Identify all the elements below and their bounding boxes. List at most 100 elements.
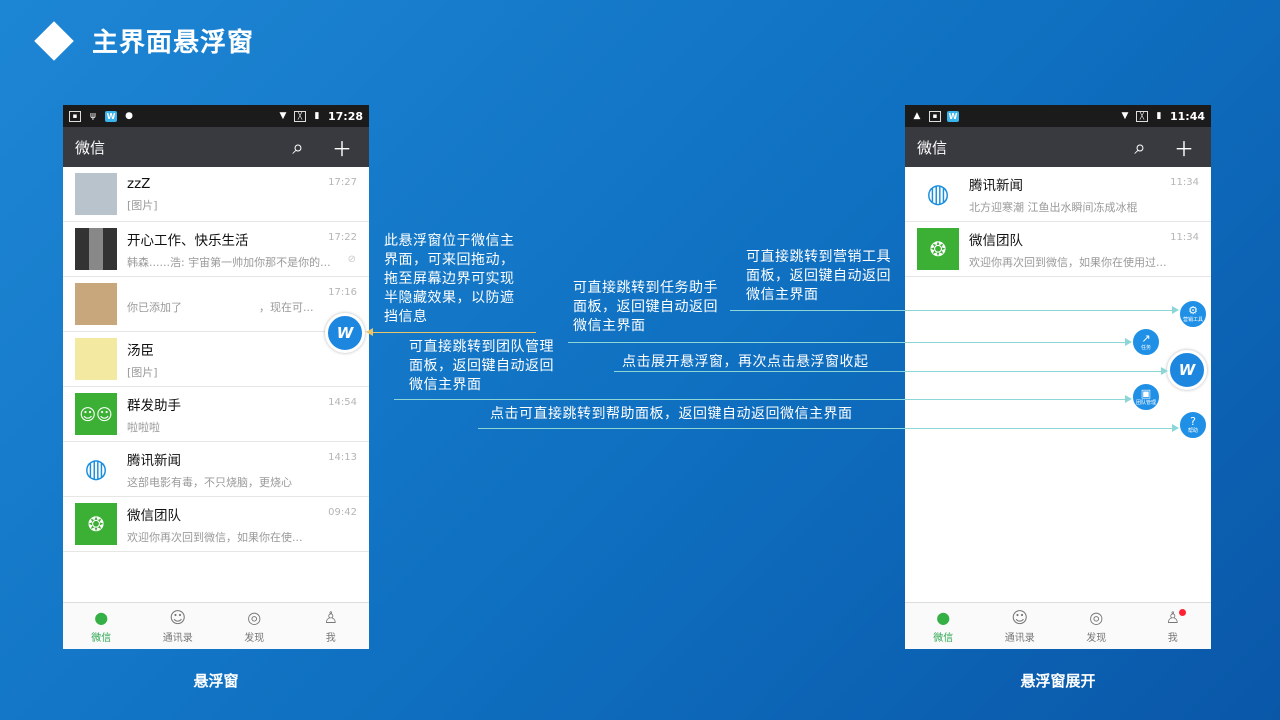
- left-caption: 悬浮窗: [193, 672, 239, 690]
- warning-icon: ▲: [913, 110, 921, 121]
- app-title: 微信: [75, 138, 106, 157]
- chat-time: 09:42: [328, 507, 357, 518]
- chat-item[interactable]: 汤臣 [图片]: [63, 332, 369, 387]
- nav-chats[interactable]: ● 微信: [905, 603, 982, 649]
- chat-item[interactable]: ❂ 微信团队 欢迎你再次回到微信，如果你在使用过... 11:34: [905, 222, 1211, 277]
- chat-name: 腾讯新闻: [127, 452, 181, 469]
- chat-message: [图片]: [127, 365, 158, 379]
- title-block: 主界面悬浮窗: [34, 20, 255, 61]
- chat-message: 欢迎你再次回到微信，如果你在使...: [127, 530, 303, 544]
- bottom-nav: ● 微信 ☺ 通讯录 ◎ 发现 ♙ 我: [63, 602, 369, 649]
- app-notify-icon: W: [947, 110, 959, 122]
- chart-icon: ↗: [1141, 332, 1151, 345]
- status-time: 17:28: [327, 109, 363, 123]
- connector-line: [730, 310, 1173, 311]
- connector-line: [478, 428, 1173, 429]
- chat-name: 微信团队: [969, 232, 1023, 249]
- chat-name: 开心工作、快乐生活: [127, 232, 249, 249]
- avatar: [75, 228, 117, 270]
- team-management-button[interactable]: ▣ 团队管理: [1131, 382, 1161, 412]
- nav-contacts[interactable]: ☺ 通讯录: [140, 603, 217, 649]
- app-header: 微信 ⌕ ＋: [905, 127, 1211, 167]
- floating-window-button[interactable]: W: [325, 313, 365, 353]
- battery-icon: ▮: [314, 110, 320, 121]
- nav-discover[interactable]: ◎ 发现: [216, 603, 293, 649]
- chat-item[interactable]: ◍ 腾讯新闻 这部电影有毒，不只烧脑，更烧心 14:13: [63, 442, 369, 497]
- float-label: 团队管理: [1135, 400, 1156, 406]
- marketing-tools-button[interactable]: ⚙ 营销工具: [1178, 299, 1208, 329]
- gear-icon: ⚙: [1188, 304, 1198, 317]
- chat-item[interactable]: ☺☺ 群发助手 啦啦啦 14:54: [63, 387, 369, 442]
- nav-discover[interactable]: ◎ 发现: [1058, 603, 1135, 649]
- tencent-news-icon: ◍: [917, 173, 959, 215]
- chat-name: 群发助手: [127, 397, 181, 414]
- connector-line: [614, 371, 1162, 372]
- help-button[interactable]: ? 帮助: [1178, 410, 1208, 440]
- nav-label: 微信: [933, 632, 954, 644]
- wifi-icon: ▼: [1121, 110, 1129, 121]
- left-phone-screen: ▪ ψ W ● ▼ ╳ ▮ 17:28 微信 ⌕ ＋ zzZ [图片] 17:2…: [63, 105, 369, 649]
- question-icon: ?: [1190, 415, 1196, 428]
- arrow-head: [1172, 424, 1179, 432]
- chat-time: 14:13: [328, 452, 357, 463]
- page-title: 主界面悬浮窗: [92, 28, 255, 58]
- chat-name: 微信团队: [127, 507, 181, 524]
- chat-message: 欢迎你再次回到微信，如果你在使用过...: [969, 255, 1167, 269]
- nav-label: 通讯录: [1004, 632, 1035, 644]
- chat-bubble-icon: ●: [936, 607, 951, 627]
- nav-label: 发现: [244, 632, 265, 644]
- connector-line: [394, 399, 1126, 400]
- compass-icon: ◎: [1089, 607, 1104, 627]
- add-icon[interactable]: ＋: [327, 133, 357, 162]
- nav-me[interactable]: ♙ 我: [293, 603, 370, 649]
- chat-message: 啦啦啦: [127, 420, 160, 434]
- connector-line: [568, 342, 1126, 343]
- search-icon[interactable]: ⌕: [1125, 135, 1155, 159]
- add-icon[interactable]: ＋: [1169, 133, 1199, 162]
- float-label: 营销工具: [1182, 317, 1203, 323]
- chat-item[interactable]: 开心工作、快乐生活 韩森......浩: 宇宙第一帅加你那不是你的... 17:…: [63, 222, 369, 277]
- arrow-head: [1172, 306, 1179, 314]
- chat-time: 17:16: [328, 287, 357, 298]
- contacts-icon: ☺: [1011, 607, 1029, 627]
- bottom-nav: ● 微信 ☺ 通讯录 ◎ 发现 ♙ 我: [905, 602, 1211, 649]
- nav-chats[interactable]: ● 微信: [63, 603, 140, 649]
- chat-item[interactable]: ◍ 腾讯新闻 北方迎寒潮 江鱼出水瞬间冻成冰棍 11:34: [905, 167, 1211, 222]
- chat-time: 17:27: [328, 177, 357, 188]
- chat-name: 腾讯新闻: [969, 177, 1023, 194]
- annotation-help: 点击可直接跳转到帮助面板，返回键自动返回微信主界面: [490, 406, 853, 422]
- wechat-icon: ❂: [917, 228, 959, 270]
- sim-icon: ╳: [293, 110, 306, 122]
- connector-line: [372, 332, 536, 333]
- nav-label: 通讯录: [162, 632, 193, 644]
- image-icon: ▪: [69, 110, 81, 122]
- task-button[interactable]: ↗ 任务: [1131, 327, 1161, 357]
- chat-time: 17:22: [328, 232, 357, 243]
- tencent-news-icon: ◍: [75, 448, 117, 490]
- nav-me[interactable]: ♙ 我: [1135, 603, 1212, 649]
- float-label: 任务: [1140, 345, 1151, 351]
- nav-contacts[interactable]: ☺ 通讯录: [982, 603, 1059, 649]
- diamond-icon: [34, 20, 74, 61]
- chat-message: 北方迎寒潮 江鱼出水瞬间冻成冰棍: [969, 200, 1138, 214]
- floating-window-button[interactable]: W: [1167, 350, 1207, 390]
- arrow-head: [1125, 338, 1132, 346]
- chat-item[interactable]: 你已添加了 ，现在可... 17:16: [63, 277, 369, 332]
- usb-icon: ψ: [90, 110, 96, 121]
- nav-label: 发现: [1086, 632, 1107, 644]
- right-caption: 悬浮窗展开: [1020, 672, 1096, 690]
- avatar: [75, 173, 117, 215]
- arrow-head: [1125, 395, 1132, 403]
- annotation-task: 可直接跳转到任务助手面板，返回键自动返回微信主界面: [573, 280, 718, 334]
- chat-message: 这部电影有毒，不只烧脑，更烧心: [127, 475, 292, 489]
- chat-bubble-icon: ●: [94, 607, 109, 627]
- chat-item[interactable]: zzZ [图片] 17:27: [63, 167, 369, 222]
- unread-dot: [1178, 609, 1186, 616]
- status-bar: ▪ ψ W ● ▼ ╳ ▮ 17:28: [63, 105, 369, 127]
- annotation-drag: 此悬浮窗位于微信主界面，可来回拖动，拖至屏幕边界可实现半隐藏效果，以防遮挡信息: [384, 233, 515, 325]
- arrow-head: [366, 328, 373, 336]
- chat-item[interactable]: ❂ 微信团队 欢迎你再次回到微信，如果你在使... 09:42: [63, 497, 369, 552]
- broadcast-icon: ☺☺: [75, 393, 117, 435]
- search-icon[interactable]: ⌕: [283, 135, 313, 159]
- chat-message: 你已添加了 ，现在可...: [127, 300, 314, 314]
